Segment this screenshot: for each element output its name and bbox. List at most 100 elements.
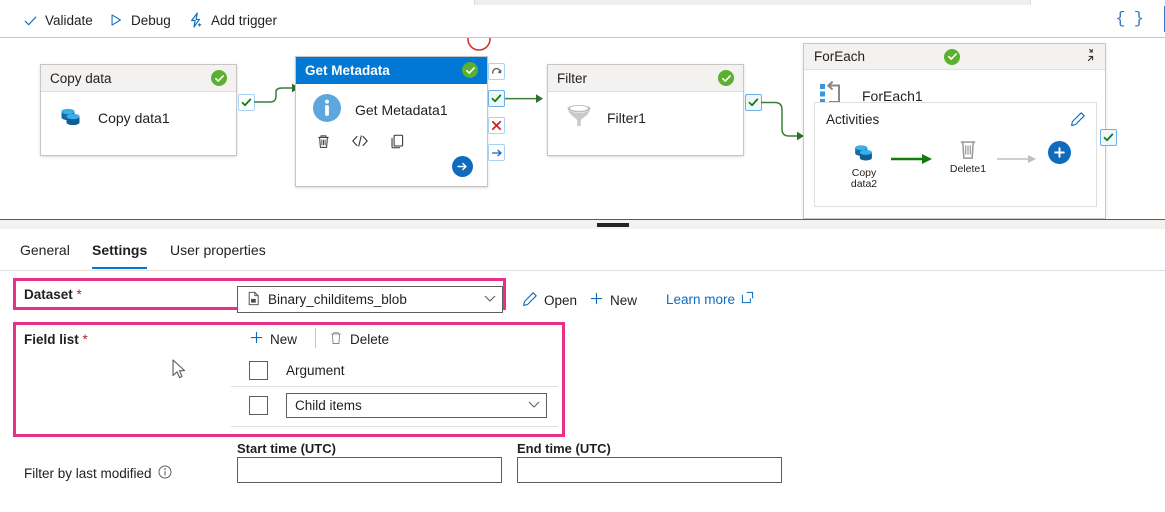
node-body-copy-data: Copy data1 (41, 92, 236, 133)
filter-funnel-icon (564, 102, 594, 133)
dataset-label-text: Dataset (24, 287, 73, 302)
field-list-row-combobox[interactable]: Child items (286, 393, 547, 418)
connector-failure-get-metadata[interactable] (488, 117, 505, 134)
activity-container-foreach[interactable]: ForEach ForEach1 Activities Copy data2 D… (803, 43, 1106, 219)
pencil-icon[interactable] (1070, 111, 1086, 130)
activity-node-get-metadata[interactable]: Get Metadata Get Metadata1 (295, 56, 488, 187)
validate-button[interactable]: Validate (22, 10, 93, 30)
end-time-label: End time (UTC) (517, 441, 611, 456)
start-time-input[interactable] (237, 457, 502, 483)
field-list-new-button[interactable]: New (249, 330, 297, 348)
field-list-command-separator (315, 328, 316, 348)
field-list-required-marker: * (82, 332, 88, 347)
dataset-new-button[interactable]: New (589, 291, 637, 309)
panel-splitter[interactable] (0, 219, 1165, 229)
properties-panel: General Settings User properties Dataset… (0, 229, 1165, 512)
start-time-label: Start time (UTC) (237, 441, 336, 456)
info-icon[interactable] (158, 465, 172, 482)
top-toolbar: Validate Debug Add trigger { } (0, 0, 1165, 38)
add-trigger-button[interactable]: Add trigger (188, 10, 277, 30)
activities-label: Activities (826, 112, 880, 127)
foreach-inner-label: Copy data2 (850, 167, 878, 190)
foreach-activities-box: Activities Copy data2 Delete1 (814, 102, 1097, 207)
code-braces-icon[interactable]: { } (1115, 10, 1144, 29)
field-list-row-checkbox[interactable] (249, 396, 268, 415)
delete-icon[interactable] (314, 132, 332, 150)
node-title: Copy data (50, 70, 112, 86)
get-metadata-info-icon (312, 93, 342, 126)
edge-filter-foreach (761, 101, 804, 141)
field-list-delete-button[interactable]: Delete (328, 330, 389, 349)
lightning-bolt-icon (188, 12, 204, 28)
connector-completion-get-metadata[interactable] (488, 144, 505, 161)
pipeline-canvas[interactable]: Copy data Copy data1 Get Metadata Get Me… (0, 38, 1165, 219)
plus-icon (249, 330, 264, 348)
connector-success-get-metadata[interactable] (488, 90, 505, 107)
mouse-cursor (172, 359, 186, 379)
field-list-new-label: New (270, 331, 298, 347)
copy-data-icon (57, 102, 85, 133)
tab-user-properties[interactable]: User properties (170, 242, 266, 269)
connector-success-foreach[interactable] (1100, 129, 1117, 146)
field-list-row-value: Child items (295, 398, 362, 413)
connector-skipped-get-metadata[interactable] (488, 63, 505, 80)
run-icon[interactable] (452, 156, 473, 177)
node-header-get-metadata: Get Metadata (296, 57, 487, 84)
connector-success-filter[interactable] (745, 94, 762, 111)
plus-icon (589, 291, 604, 309)
play-triangle-icon (108, 12, 124, 28)
trash-icon (328, 330, 344, 349)
connector-success-copy-data[interactable] (238, 94, 255, 111)
end-time-input[interactable] (517, 457, 782, 483)
code-icon[interactable] (351, 132, 369, 150)
node-title: Get Metadata (305, 62, 390, 78)
dataset-learn-more-label: Learn more (666, 291, 736, 307)
foreach-header: ForEach (804, 44, 1105, 70)
status-success-icon (718, 70, 734, 86)
foreach-title: ForEach (814, 49, 866, 64)
debug-label: Debug (131, 12, 171, 28)
dataset-open-label: Open (544, 293, 578, 308)
edge-copydata2-delete1 (891, 154, 932, 164)
field-list-delete-label: Delete (350, 332, 390, 347)
node-body-filter: Filter1 (548, 92, 743, 133)
tab-general[interactable]: General (20, 242, 70, 269)
dataset-open-button[interactable]: Open (522, 291, 577, 310)
expand-icon[interactable] (1079, 47, 1095, 66)
status-success-icon (462, 62, 478, 78)
node-header-copy-data: Copy data (41, 65, 236, 92)
splitter-grab-handle[interactable] (597, 223, 629, 227)
panel-tabs: General Settings User properties (0, 229, 1165, 271)
dataset-file-icon (246, 291, 261, 309)
dataset-learn-more-link[interactable]: Learn more (666, 291, 754, 307)
pencil-icon (522, 291, 538, 310)
debug-button[interactable]: Debug (108, 10, 171, 30)
field-list-row-checkbox[interactable] (249, 361, 268, 380)
check-icon (22, 12, 38, 28)
clone-icon[interactable] (388, 132, 406, 150)
field-list-row-text: Argument (286, 363, 345, 378)
filter-by-last-modified-label: Filter by last modified (24, 465, 172, 482)
field-list-row-divider (231, 426, 558, 427)
foreach-inner-activity-copy-data2[interactable]: Copy data2 (839, 139, 889, 190)
dataset-combobox[interactable]: Binary_childitems_blob (237, 286, 503, 313)
field-list-row-divider (231, 386, 558, 387)
node-name-label: Filter1 (607, 109, 646, 126)
activity-node-filter[interactable]: Filter Filter1 (547, 64, 744, 156)
dataset-value: Binary_childitems_blob (268, 292, 407, 307)
status-success-icon (944, 48, 960, 65)
add-plus-icon[interactable] (1048, 141, 1071, 164)
edge-getmetadata-filter (505, 94, 543, 103)
dataset-label: Dataset * (24, 287, 82, 302)
chevron-down-icon (484, 294, 496, 306)
node-name-label: Copy data1 (98, 109, 170, 126)
node-body-get-metadata: Get Metadata1 (296, 84, 487, 126)
dataset-new-label: New (610, 292, 638, 308)
field-list-label-text: Field list (24, 332, 79, 347)
activity-node-copy-data[interactable]: Copy data Copy data1 (40, 64, 237, 156)
node-header-filter: Filter (548, 65, 743, 92)
foreach-inner-activity-delete1[interactable]: Delete1 (944, 137, 992, 175)
tab-settings[interactable]: Settings (92, 242, 148, 269)
tab-label: User properties (170, 242, 266, 258)
node-title: Filter (557, 70, 587, 86)
